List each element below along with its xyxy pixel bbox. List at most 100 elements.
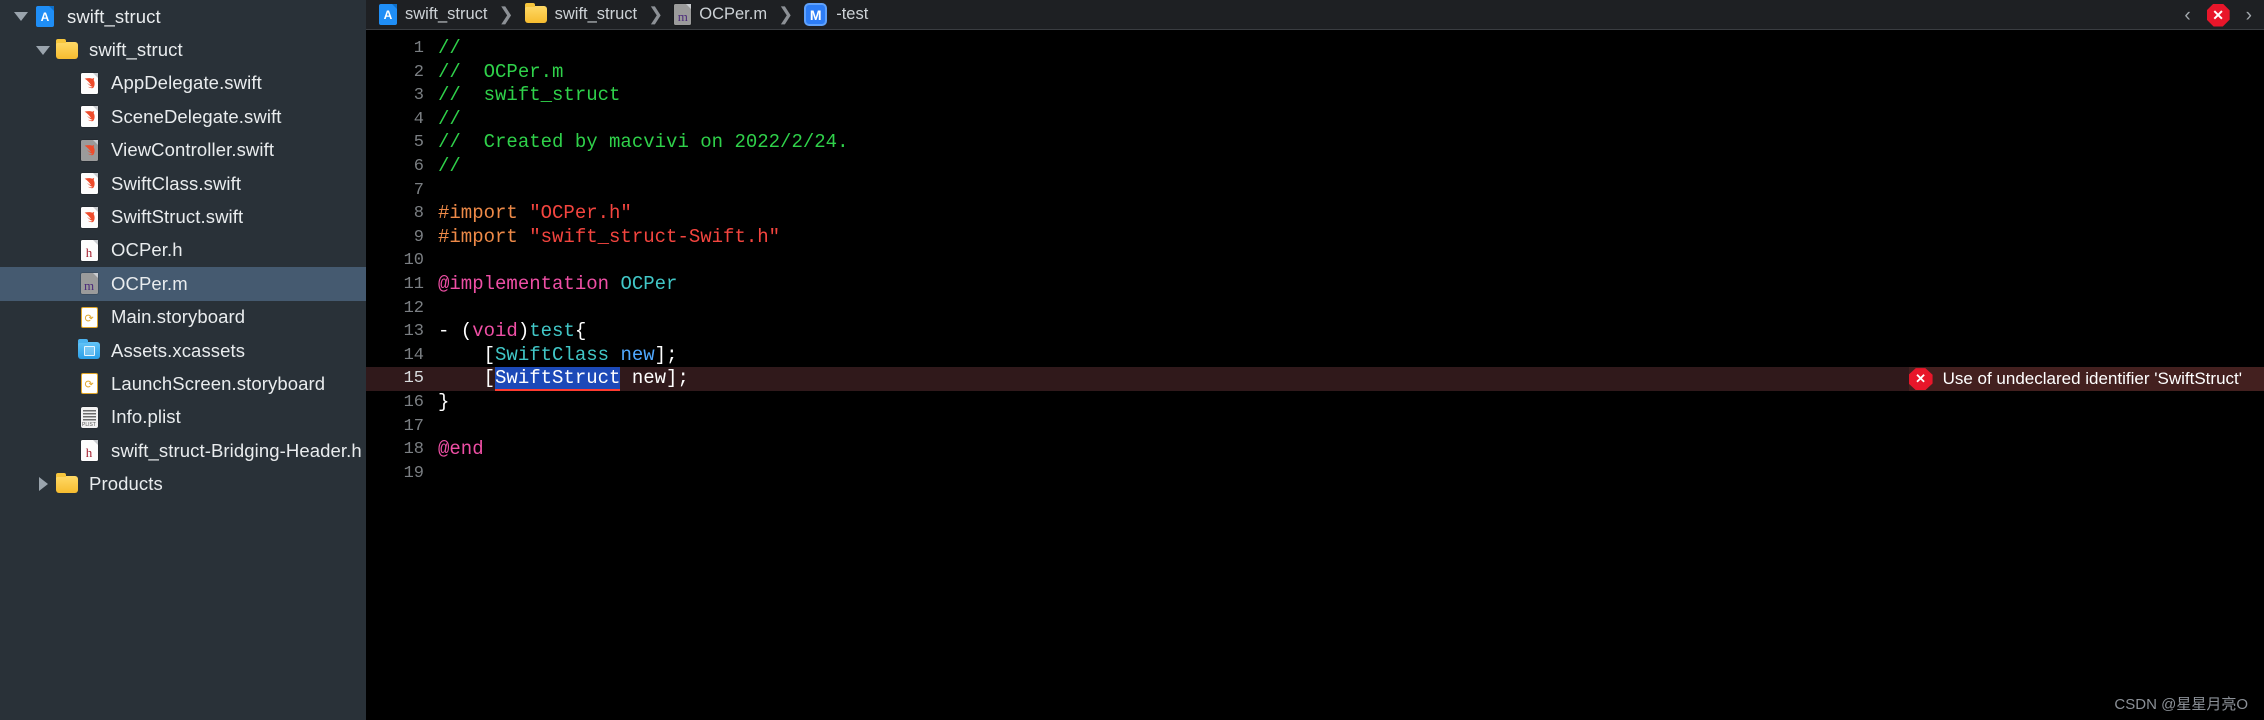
code-text[interactable]: - (void)test{ [438, 320, 586, 344]
code-line-error[interactable]: 15 [SwiftStruct new]; ✕ Use of undeclared … [366, 367, 2264, 392]
line-number: 15 [403, 369, 424, 389]
navigator-item-products[interactable]: Products [0, 467, 366, 500]
source-code-editor[interactable]: 1 // 2 // OCPer.m 3 // swift_struct 4 // 5 // Cre… [366, 30, 2264, 720]
code-text[interactable]: } [438, 391, 449, 415]
back-chevron-icon[interactable]: ‹ [2184, 6, 2190, 25]
disclosure-triangle[interactable] [32, 45, 54, 55]
file-icon-wrap [76, 72, 102, 94]
objc-file-icon: m [674, 4, 692, 25]
code-token: { [574, 320, 587, 343]
code-line[interactable]: 9 #import "swift_struct-Swift.h" [366, 226, 2264, 250]
code-text[interactable]: #import "swift_struct-Swift.h" [438, 226, 780, 250]
line-number: 16 [403, 392, 424, 412]
inline-error-banner[interactable]: ✕ Use of undeclared identifier 'SwiftStru… [1908, 367, 2264, 391]
breadcrumb-label: OCPer.m [699, 5, 768, 23]
navigator-item-appdelegate-swift[interactable]: AppDelegate.swift [0, 67, 366, 100]
navigator-item-ocper-h[interactable]: h OCPer.h [0, 234, 366, 267]
navigator-item-assets-xcassets[interactable]: Assets.xcassets [0, 334, 366, 367]
breadcrumb-item-swift-struct[interactable]: Aswift_struct [379, 4, 488, 25]
code-text[interactable]: // Created by macvivi on 2022/2/24. [438, 131, 848, 155]
line-number: 8 [413, 204, 424, 224]
navigator-item-swift-struct[interactable]: Aswift_struct [0, 0, 366, 33]
code-line[interactable]: 12 [366, 297, 2264, 321]
code-line[interactable]: 19 [366, 462, 2264, 486]
folder-icon [56, 38, 78, 59]
code-line[interactable]: 17 [366, 415, 2264, 439]
navigator-item-label: swift_struct [67, 5, 161, 27]
code-text[interactable]: // [438, 155, 461, 179]
code-line[interactable]: 18 @end [366, 438, 2264, 462]
code-text[interactable]: [SwiftStruct new]; [438, 367, 689, 392]
code-text[interactable]: @end [438, 438, 484, 462]
code-token: // Created by macvivi on 2022/2/24. [438, 131, 849, 154]
navigator-item-ocper-m[interactable]: m OCPer.m [0, 267, 366, 301]
code-line[interactable]: 14 [SwiftClass new]; [366, 344, 2264, 368]
breadcrumb-separator: ❯ [498, 4, 514, 24]
code-token: // swift_struct [438, 84, 621, 107]
forward-chevron-icon[interactable]: › [2246, 6, 2252, 25]
navigator-item-swift-struct[interactable]: swift_struct [0, 33, 366, 66]
navigator-item-viewcontroller-swift[interactable]: ViewController.swift [0, 134, 366, 167]
code-text[interactable]: // [438, 37, 461, 61]
code-text[interactable]: @implementation OCPer [438, 273, 677, 297]
line-number: 1 [413, 39, 424, 58]
breadcrumb-separator: ❯ [648, 4, 664, 24]
code-line[interactable]: 2 // OCPer.m [366, 61, 2264, 85]
project-navigator-list: Aswift_struct swift_struct AppDelegate.swi… [0, 0, 366, 501]
breadcrumb-item--test[interactable]: M -test [804, 3, 868, 26]
navigator-item-scenedelegate-swift[interactable]: SceneDelegate.swift [0, 100, 366, 133]
code-text[interactable]: [SwiftClass new]; [438, 343, 678, 368]
code-line[interactable]: 6 // [366, 155, 2264, 179]
navigator-item-label: Products [89, 473, 163, 495]
breadcrumb-label: swift_struct [554, 5, 638, 23]
line-number: 10 [403, 251, 424, 271]
file-icon-wrap [54, 38, 80, 61]
assets-folder-icon [78, 339, 100, 360]
code-line[interactable]: 16} [366, 391, 2264, 415]
error-badge-icon[interactable]: ✕ [1908, 368, 1933, 391]
navigator-item-main-storyboard[interactable]: Main.storyboard [0, 301, 366, 334]
code-line[interactable]: 3 // swift_struct [366, 84, 2264, 108]
navigator-item-info-plist[interactable]: PLIST Info.plist [0, 401, 366, 434]
code-text[interactable]: #import "OCPer.h" [438, 202, 632, 226]
breadcrumb[interactable]: Aswift_struct ❯ swift_struct ❯ m OCPer.m ❯ M -te… [366, 3, 868, 26]
breadcrumb-item-swift-struct[interactable]: swift_struct [524, 3, 638, 24]
objc-file-icon: m [80, 273, 98, 295]
jump-bar-controls[interactable]: ‹ ✕ › [2184, 0, 2252, 30]
navigator-item-swiftstruct-swift[interactable]: SwiftStruct.swift [0, 200, 366, 233]
error-octagon-icon[interactable]: ✕ [2206, 3, 2230, 27]
folder-icon [524, 3, 547, 23]
code-line[interactable]: 1 // [366, 37, 2264, 61]
code-token: // [438, 37, 461, 59]
code-line[interactable]: 4 // [366, 108, 2264, 132]
file-icon-wrap [76, 173, 102, 195]
code-line[interactable]: 5 // Created by macvivi on 2022/2/24. [366, 131, 2264, 155]
code-text[interactable]: // [438, 108, 461, 132]
jump-bar[interactable]: Aswift_struct ❯ swift_struct ❯ m OCPer.m ❯ M -te… [366, 0, 2264, 30]
code-line[interactable]: 13 - (void)test{ [366, 320, 2264, 344]
breadcrumb-label: -test [836, 5, 869, 23]
code-text[interactable]: // swift_struct [438, 84, 620, 108]
code-line[interactable]: 10 [366, 249, 2264, 273]
project-navigator[interactable]: Aswift_struct swift_struct AppDelegate.swi… [0, 0, 366, 720]
navigator-item-swift-struct-bridging-header-h[interactable]: h swift_struct-Bridging-Header.h [0, 434, 366, 467]
code-token: ]; [654, 343, 678, 366]
navigator-item-launchscreen-storyboard[interactable]: LaunchScreen.storyboard [0, 367, 366, 400]
navigator-item-swiftclass-swift[interactable]: SwiftClass.swift [0, 167, 366, 200]
disclosure-triangle[interactable] [10, 12, 32, 22]
breadcrumb-item-ocper-m[interactable]: m OCPer.m [674, 4, 767, 25]
code-line[interactable]: 11 @implementation OCPer [366, 273, 2264, 297]
navigator-item-label: Assets.xcassets [111, 339, 246, 361]
line-number: 12 [403, 298, 424, 318]
file-icon-wrap [76, 373, 102, 395]
code-line[interactable]: 8 #import "OCPer.h" [366, 202, 2264, 226]
code-line[interactable]: 7 [366, 179, 2264, 203]
file-icon-wrap: h [76, 239, 102, 261]
storyboard-icon [80, 306, 98, 328]
line-number: 6 [413, 156, 424, 176]
disclosure-triangle[interactable] [32, 477, 54, 492]
xcode-project-icon: A [379, 4, 397, 25]
code-text[interactable]: // OCPer.m [438, 61, 563, 85]
code-token: @implementation [438, 272, 621, 295]
